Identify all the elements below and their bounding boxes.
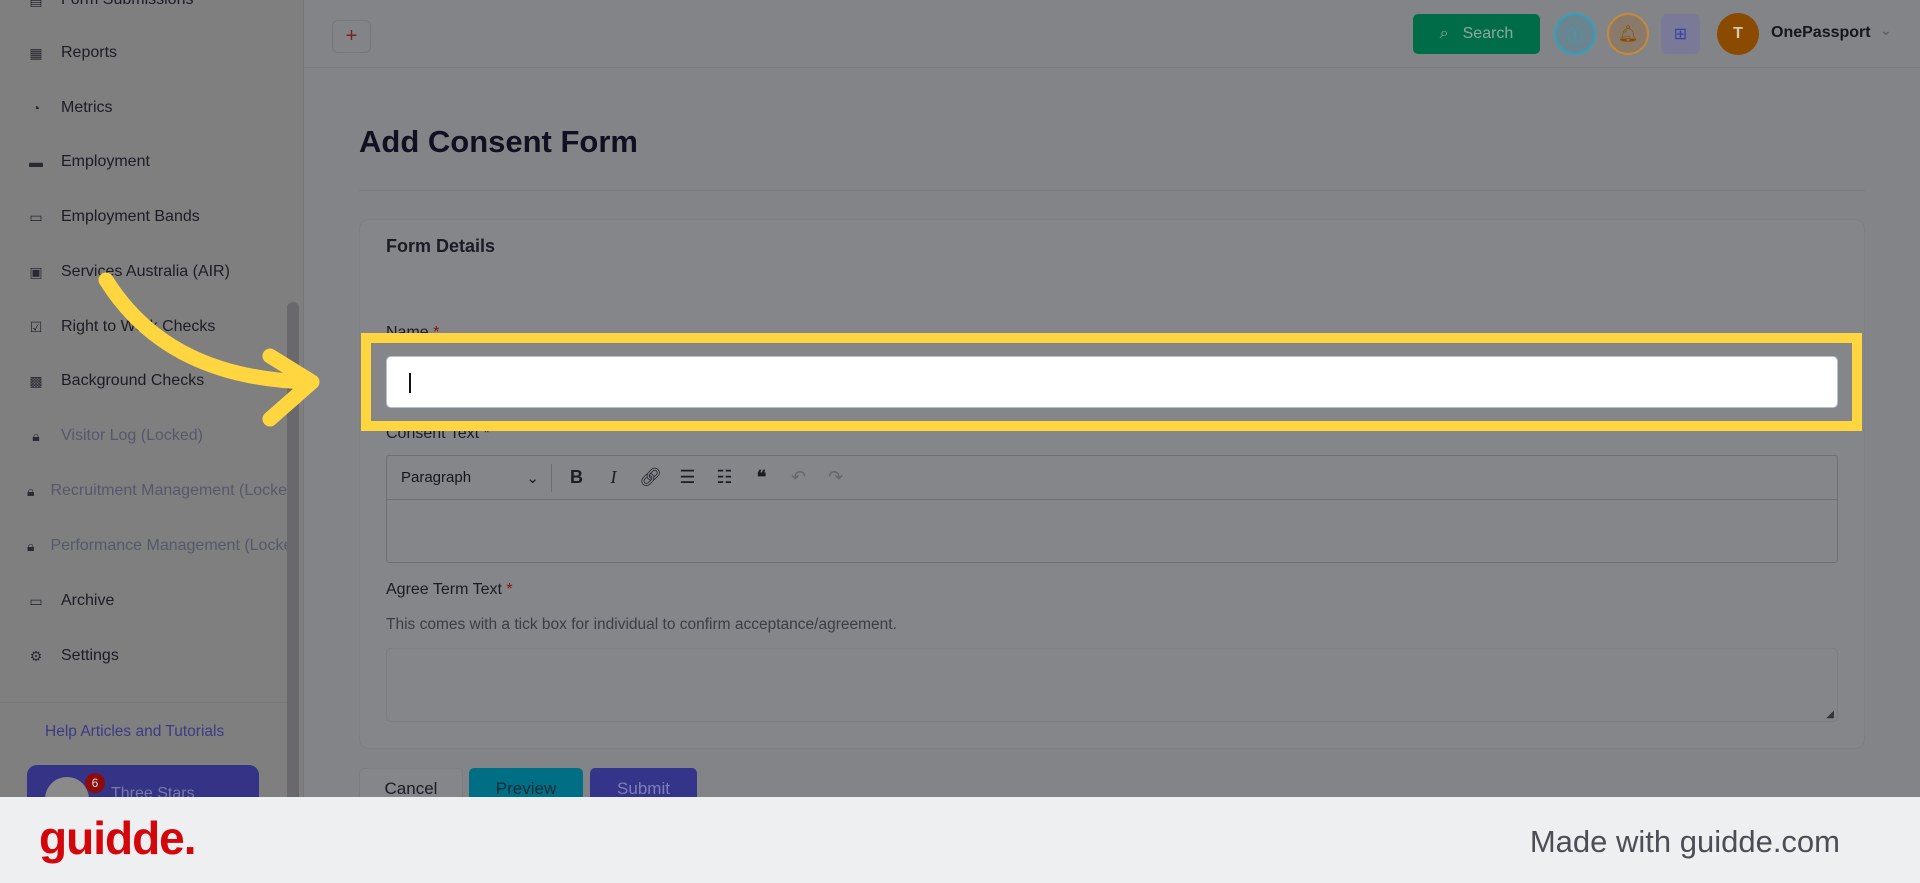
search-label: Search bbox=[1462, 25, 1514, 42]
agree-term-label: Agree Term Text * bbox=[386, 581, 513, 599]
divider bbox=[0, 702, 290, 703]
notification-badge: 6 bbox=[85, 773, 105, 793]
page-title: Add Consent Form bbox=[359, 124, 638, 159]
undo-icon[interactable]: ↶ bbox=[780, 467, 817, 488]
made-with-text: Made with guidde.com bbox=[1529, 824, 1840, 859]
search-icon: ⌕ bbox=[1439, 25, 1449, 42]
gear-icon: ⚙ bbox=[29, 647, 43, 664]
sidebar-item-label: Recruitment Management (Locked) bbox=[50, 482, 290, 499]
numbered-list-icon[interactable]: ☷ bbox=[706, 467, 743, 488]
bullet-list-icon[interactable]: ☰ bbox=[669, 467, 706, 488]
guidde-logo: guidde. bbox=[39, 812, 197, 864]
sidebar-item-archive[interactable]: ▭ Archive bbox=[0, 581, 290, 621]
consent-text-editor[interactable]: Paragraph ⌄ B I 🔗︎ ☰ ☷ ❝ ↶ ↷ bbox=[386, 455, 1838, 563]
help-articles-link[interactable]: Help Articles and Tutorials bbox=[45, 723, 224, 741]
sidebar-item-settings[interactable]: ⚙ Settings bbox=[0, 636, 290, 676]
info-icon[interactable]: ⓘ bbox=[1554, 13, 1596, 55]
sidebar-item-label: Archive bbox=[61, 592, 115, 609]
avatar[interactable]: T bbox=[1717, 13, 1759, 55]
pointer-arrow-icon bbox=[98, 272, 320, 427]
sidebar-item-recruitment[interactable]: 🔒︎ Recruitment Management (Locked) bbox=[0, 471, 290, 511]
editor-toolbar: Paragraph ⌄ B I 🔗︎ ☰ ☷ ❝ ↶ ↷ bbox=[387, 456, 1837, 500]
archive-icon: ▭ bbox=[29, 592, 43, 609]
required-marker: * bbox=[506, 581, 513, 598]
card-title: Form Details bbox=[386, 236, 496, 256]
paragraph-label: Paragraph bbox=[401, 469, 472, 486]
chevron-down-icon[interactable]: ⌄ bbox=[1880, 22, 1892, 39]
italic-icon[interactable]: I bbox=[595, 467, 632, 488]
agree-term-textarea[interactable]: ◢ bbox=[386, 648, 1838, 722]
redo-icon[interactable]: ↷ bbox=[817, 467, 854, 488]
lock-icon: 🔒︎ bbox=[27, 482, 35, 499]
sidebar-item-performance[interactable]: 🔒︎ Performance Management (Locked) bbox=[0, 526, 290, 566]
resize-handle-icon[interactable]: ◢ bbox=[1826, 709, 1834, 720]
footer-banner: guidde. Made with guidde.com bbox=[0, 797, 1920, 883]
link-icon[interactable]: 🔗︎ bbox=[632, 467, 669, 488]
text-caret bbox=[409, 373, 411, 393]
paragraph-select[interactable]: Paragraph ⌄ bbox=[387, 463, 552, 492]
bell-icon[interactable]: 🔔︎ bbox=[1607, 13, 1649, 55]
label-text: Agree Term Text bbox=[386, 581, 502, 598]
chevron-down-icon: ⌄ bbox=[526, 469, 539, 487]
sidebar-item-label: Settings bbox=[61, 647, 119, 664]
divider bbox=[359, 190, 1865, 191]
apps-grid-icon[interactable]: ⊞ bbox=[1661, 14, 1700, 54]
agree-term-hint: This comes with a tick box for individua… bbox=[386, 616, 897, 633]
search-button[interactable]: ⌕ Search bbox=[1413, 14, 1540, 54]
lock-icon: 🔒︎ bbox=[27, 537, 35, 554]
user-menu[interactable]: OnePassport bbox=[1771, 24, 1871, 42]
name-input[interactable] bbox=[386, 356, 1838, 408]
blockquote-icon[interactable]: ❝ bbox=[743, 467, 780, 488]
bold-icon[interactable]: B bbox=[558, 467, 595, 488]
sidebar-item-label: Performance Management (Locked) bbox=[50, 537, 290, 554]
